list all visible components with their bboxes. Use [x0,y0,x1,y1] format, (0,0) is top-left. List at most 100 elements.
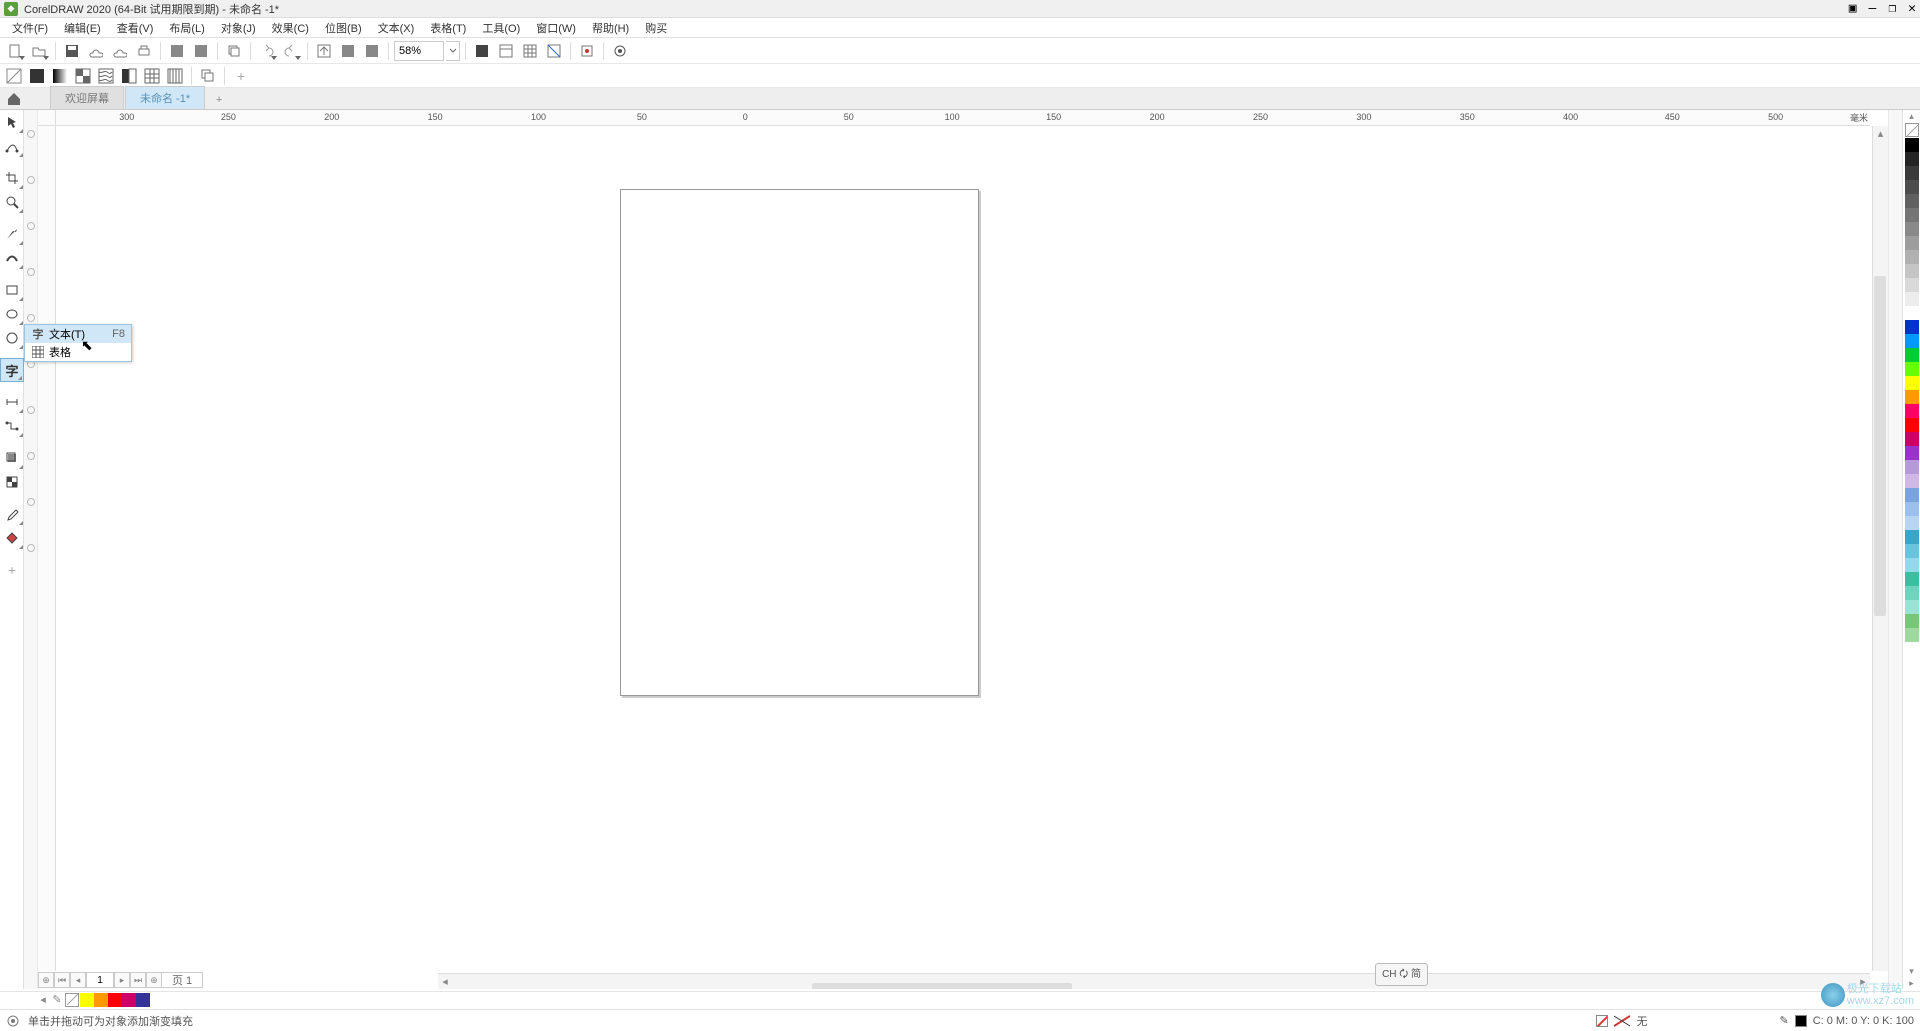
shape-tool[interactable] [0,134,24,158]
rectangle-tool[interactable] [0,278,24,302]
publish-button[interactable] [361,40,383,62]
menu-table[interactable]: 表格(T) [422,18,474,38]
text-tool[interactable]: 字 [0,358,24,382]
color-swatch[interactable] [1905,264,1919,278]
scrollbar-thumb[interactable] [1874,276,1886,616]
color-swatch[interactable] [136,993,150,1007]
no-color-swatch[interactable] [65,993,79,1007]
toolbox-customize[interactable]: + [0,558,24,582]
new-button[interactable] [4,40,26,62]
color-swatch[interactable] [1905,180,1919,194]
texture-fill-icon[interactable] [96,67,116,85]
page-first[interactable]: ⏮ [54,972,70,988]
menu-edit[interactable]: 编辑(E) [56,18,109,38]
outline-pen-icon[interactable]: ✎ [1779,1014,1788,1027]
menu-effect[interactable]: 效果(C) [264,18,317,38]
color-swatch[interactable] [1905,502,1919,516]
tab-document[interactable]: 未命名 -1* [125,86,205,109]
parallel-dimension-tool[interactable] [0,390,24,414]
color-swatch[interactable] [1905,390,1919,404]
undo-button[interactable] [256,40,278,62]
color-swatch[interactable] [1905,530,1919,544]
page-add-after[interactable]: ⊕ [146,972,162,988]
no-color-swatch[interactable] [1905,123,1919,137]
menu-bitmap[interactable]: 位图(B) [317,18,370,38]
transparency-tool[interactable] [0,470,24,494]
menu-layout[interactable]: 布局(L) [161,18,212,38]
redo-button[interactable] [280,40,302,62]
ellipse-tool[interactable] [0,302,24,326]
flyout-text-tool[interactable]: 字 文本(T) F8 [25,325,131,343]
export-image-button[interactable] [337,40,359,62]
color-swatch[interactable] [1905,460,1919,474]
zoom-tool[interactable] [0,190,24,214]
freehand-tool[interactable] [0,222,24,246]
menu-help[interactable]: 帮助(H) [584,18,637,38]
page-prev[interactable]: ◂ [70,972,86,988]
gear-icon[interactable] [6,1014,20,1028]
palette-eyedropper-icon[interactable]: ✎ [50,993,64,1006]
interactive-fill-tool[interactable] [0,526,24,550]
snap-button[interactable] [576,40,598,62]
outline-color-swatch[interactable] [1795,1015,1807,1027]
color-swatch[interactable] [1905,418,1919,432]
color-swatch[interactable] [1905,432,1919,446]
drop-shadow-tool[interactable] [0,446,24,470]
color-swatch[interactable] [1905,166,1919,180]
copy-button[interactable] [223,40,245,62]
vertical-ruler[interactable] [38,126,56,971]
zoom-input[interactable]: 58% [394,41,444,61]
color-swatch[interactable] [1905,600,1919,614]
polygon-tool[interactable] [0,326,24,350]
cloud-down-icon[interactable] [109,40,131,62]
artistic-media-tool[interactable] [0,246,24,270]
vertical-scrollbar[interactable]: ▴ [1872,126,1888,971]
color-swatch[interactable] [1905,194,1919,208]
cloud-up-icon[interactable] [85,40,107,62]
home-icon[interactable] [6,91,22,107]
color-swatch[interactable] [1905,278,1919,292]
menu-file[interactable]: 文件(F) [4,18,56,38]
horizontal-ruler[interactable]: 毫米 3002502001501005005010015020025030035… [56,110,1870,126]
color-swatch[interactable] [1905,222,1919,236]
maximize-icon[interactable]: ❐ [1888,1,1896,16]
page[interactable] [620,189,979,696]
docker-handle[interactable] [27,314,35,322]
color-swatch[interactable] [1905,292,1919,306]
palette-scroll-up[interactable]: ▴ [1903,110,1920,122]
color-swatch[interactable] [1905,236,1919,250]
tab-welcome[interactable]: 欢迎屏幕 [50,86,124,109]
crop-tool[interactable] [0,166,24,190]
print-button[interactable] [133,40,155,62]
color-swatch[interactable] [1905,628,1919,642]
palette-scroll-down[interactable]: ▾ [1903,965,1920,977]
outline-indicator-icon[interactable] [1614,1015,1630,1027]
page-current[interactable]: 1 [86,972,114,988]
color-swatch[interactable] [1905,586,1919,600]
linear-gradient-icon[interactable] [50,67,70,85]
docker-handle[interactable] [27,452,35,460]
color-swatch[interactable] [122,993,136,1007]
menu-object[interactable]: 对象(J) [213,18,264,38]
copy-fill-icon[interactable] [198,67,218,85]
color-swatch[interactable] [1905,320,1919,334]
page-next[interactable]: ▸ [114,972,130,988]
import-image-button[interactable] [313,40,335,62]
no-fill-icon[interactable] [4,67,24,85]
save-button[interactable] [61,40,83,62]
color-swatch[interactable] [1905,376,1919,390]
zoom-dropdown[interactable] [446,41,460,61]
palette-scroll-left[interactable]: ◂ [36,993,50,1006]
color-swatch[interactable] [1905,362,1919,376]
connector-tool[interactable] [0,414,24,438]
ruler-corner[interactable] [38,110,56,126]
postscript-fill-icon[interactable] [165,67,185,85]
page-tab[interactable]: 页 1 [162,972,203,988]
page-last[interactable]: ⏭ [130,972,146,988]
color-swatch[interactable] [1905,558,1919,572]
layout-icon[interactable]: ▣ [1849,1,1857,16]
add-fill-icon[interactable]: + [231,67,251,85]
docker-handle[interactable] [27,498,35,506]
color-swatch[interactable] [1905,572,1919,586]
fullscreen-button[interactable] [471,40,493,62]
